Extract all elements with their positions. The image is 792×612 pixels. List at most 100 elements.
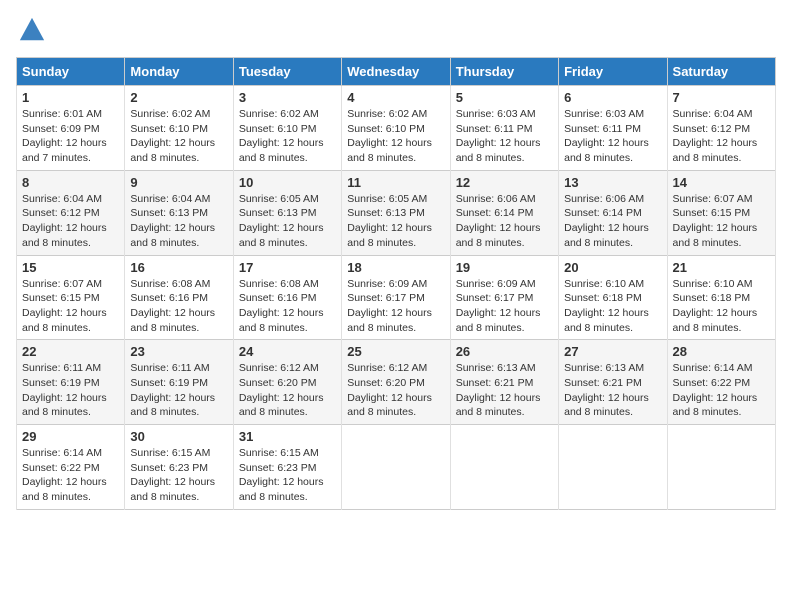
- calendar-table: SundayMondayTuesdayWednesdayThursdayFrid…: [16, 57, 776, 510]
- day-number: 12: [456, 175, 553, 190]
- calendar-week-row: 15 Sunrise: 6:07 AM Sunset: 6:15 PM Dayl…: [17, 255, 776, 340]
- day-info: Sunrise: 6:08 AM Sunset: 6:16 PM Dayligh…: [239, 277, 336, 336]
- calendar-cell: 22 Sunrise: 6:11 AM Sunset: 6:19 PM Dayl…: [17, 340, 125, 425]
- day-number: 30: [130, 429, 227, 444]
- day-number: 28: [673, 344, 770, 359]
- day-info: Sunrise: 6:14 AM Sunset: 6:22 PM Dayligh…: [22, 446, 119, 505]
- calendar-cell: 30 Sunrise: 6:15 AM Sunset: 6:23 PM Dayl…: [125, 425, 233, 510]
- calendar-cell: 13 Sunrise: 6:06 AM Sunset: 6:14 PM Dayl…: [559, 170, 667, 255]
- calendar-cell: 18 Sunrise: 6:09 AM Sunset: 6:17 PM Dayl…: [342, 255, 450, 340]
- day-info: Sunrise: 6:06 AM Sunset: 6:14 PM Dayligh…: [564, 192, 661, 251]
- day-number: 23: [130, 344, 227, 359]
- day-info: Sunrise: 6:14 AM Sunset: 6:22 PM Dayligh…: [673, 361, 770, 420]
- calendar-week-row: 1 Sunrise: 6:01 AM Sunset: 6:09 PM Dayli…: [17, 86, 776, 171]
- day-info: Sunrise: 6:10 AM Sunset: 6:18 PM Dayligh…: [673, 277, 770, 336]
- day-info: Sunrise: 6:02 AM Sunset: 6:10 PM Dayligh…: [239, 107, 336, 166]
- day-number: 20: [564, 260, 661, 275]
- day-number: 14: [673, 175, 770, 190]
- day-info: Sunrise: 6:11 AM Sunset: 6:19 PM Dayligh…: [22, 361, 119, 420]
- calendar-cell: 7 Sunrise: 6:04 AM Sunset: 6:12 PM Dayli…: [667, 86, 775, 171]
- calendar-cell: 17 Sunrise: 6:08 AM Sunset: 6:16 PM Dayl…: [233, 255, 341, 340]
- calendar-cell: 23 Sunrise: 6:11 AM Sunset: 6:19 PM Dayl…: [125, 340, 233, 425]
- day-number: 2: [130, 90, 227, 105]
- day-number: 11: [347, 175, 444, 190]
- day-number: 8: [22, 175, 119, 190]
- calendar-header-row: SundayMondayTuesdayWednesdayThursdayFrid…: [17, 58, 776, 86]
- calendar-cell: 12 Sunrise: 6:06 AM Sunset: 6:14 PM Dayl…: [450, 170, 558, 255]
- day-info: Sunrise: 6:02 AM Sunset: 6:10 PM Dayligh…: [347, 107, 444, 166]
- calendar-cell: 27 Sunrise: 6:13 AM Sunset: 6:21 PM Dayl…: [559, 340, 667, 425]
- calendar-cell: 9 Sunrise: 6:04 AM Sunset: 6:13 PM Dayli…: [125, 170, 233, 255]
- day-number: 21: [673, 260, 770, 275]
- day-number: 13: [564, 175, 661, 190]
- day-number: 29: [22, 429, 119, 444]
- day-info: Sunrise: 6:01 AM Sunset: 6:09 PM Dayligh…: [22, 107, 119, 166]
- day-number: 18: [347, 260, 444, 275]
- calendar-cell: 2 Sunrise: 6:02 AM Sunset: 6:10 PM Dayli…: [125, 86, 233, 171]
- col-header-tuesday: Tuesday: [233, 58, 341, 86]
- day-info: Sunrise: 6:03 AM Sunset: 6:11 PM Dayligh…: [456, 107, 553, 166]
- col-header-thursday: Thursday: [450, 58, 558, 86]
- calendar-cell: 29 Sunrise: 6:14 AM Sunset: 6:22 PM Dayl…: [17, 425, 125, 510]
- calendar-cell: 24 Sunrise: 6:12 AM Sunset: 6:20 PM Dayl…: [233, 340, 341, 425]
- day-info: Sunrise: 6:11 AM Sunset: 6:19 PM Dayligh…: [130, 361, 227, 420]
- calendar-cell: 16 Sunrise: 6:08 AM Sunset: 6:16 PM Dayl…: [125, 255, 233, 340]
- calendar-cell: [342, 425, 450, 510]
- calendar-cell: 6 Sunrise: 6:03 AM Sunset: 6:11 PM Dayli…: [559, 86, 667, 171]
- day-number: 26: [456, 344, 553, 359]
- day-number: 7: [673, 90, 770, 105]
- calendar-cell: [559, 425, 667, 510]
- calendar-cell: 15 Sunrise: 6:07 AM Sunset: 6:15 PM Dayl…: [17, 255, 125, 340]
- calendar-cell: 31 Sunrise: 6:15 AM Sunset: 6:23 PM Dayl…: [233, 425, 341, 510]
- day-number: 3: [239, 90, 336, 105]
- day-info: Sunrise: 6:10 AM Sunset: 6:18 PM Dayligh…: [564, 277, 661, 336]
- day-number: 10: [239, 175, 336, 190]
- day-number: 22: [22, 344, 119, 359]
- day-info: Sunrise: 6:05 AM Sunset: 6:13 PM Dayligh…: [347, 192, 444, 251]
- day-info: Sunrise: 6:03 AM Sunset: 6:11 PM Dayligh…: [564, 107, 661, 166]
- calendar-cell: 10 Sunrise: 6:05 AM Sunset: 6:13 PM Dayl…: [233, 170, 341, 255]
- col-header-friday: Friday: [559, 58, 667, 86]
- day-number: 19: [456, 260, 553, 275]
- day-number: 4: [347, 90, 444, 105]
- day-number: 27: [564, 344, 661, 359]
- calendar-cell: 8 Sunrise: 6:04 AM Sunset: 6:12 PM Dayli…: [17, 170, 125, 255]
- calendar-week-row: 22 Sunrise: 6:11 AM Sunset: 6:19 PM Dayl…: [17, 340, 776, 425]
- calendar-cell: 19 Sunrise: 6:09 AM Sunset: 6:17 PM Dayl…: [450, 255, 558, 340]
- calendar-week-row: 29 Sunrise: 6:14 AM Sunset: 6:22 PM Dayl…: [17, 425, 776, 510]
- day-info: Sunrise: 6:09 AM Sunset: 6:17 PM Dayligh…: [347, 277, 444, 336]
- day-info: Sunrise: 6:09 AM Sunset: 6:17 PM Dayligh…: [456, 277, 553, 336]
- calendar-cell: 14 Sunrise: 6:07 AM Sunset: 6:15 PM Dayl…: [667, 170, 775, 255]
- day-number: 1: [22, 90, 119, 105]
- logo: [16, 16, 50, 49]
- day-info: Sunrise: 6:02 AM Sunset: 6:10 PM Dayligh…: [130, 107, 227, 166]
- col-header-wednesday: Wednesday: [342, 58, 450, 86]
- calendar-cell: 3 Sunrise: 6:02 AM Sunset: 6:10 PM Dayli…: [233, 86, 341, 171]
- calendar-cell: [450, 425, 558, 510]
- day-number: 24: [239, 344, 336, 359]
- day-info: Sunrise: 6:12 AM Sunset: 6:20 PM Dayligh…: [239, 361, 336, 420]
- calendar-cell: 20 Sunrise: 6:10 AM Sunset: 6:18 PM Dayl…: [559, 255, 667, 340]
- calendar-week-row: 8 Sunrise: 6:04 AM Sunset: 6:12 PM Dayli…: [17, 170, 776, 255]
- col-header-sunday: Sunday: [17, 58, 125, 86]
- day-info: Sunrise: 6:04 AM Sunset: 6:12 PM Dayligh…: [22, 192, 119, 251]
- day-number: 25: [347, 344, 444, 359]
- calendar-cell: 25 Sunrise: 6:12 AM Sunset: 6:20 PM Dayl…: [342, 340, 450, 425]
- day-info: Sunrise: 6:07 AM Sunset: 6:15 PM Dayligh…: [673, 192, 770, 251]
- day-info: Sunrise: 6:04 AM Sunset: 6:12 PM Dayligh…: [673, 107, 770, 166]
- calendar-cell: 26 Sunrise: 6:13 AM Sunset: 6:21 PM Dayl…: [450, 340, 558, 425]
- day-number: 16: [130, 260, 227, 275]
- calendar-cell: 28 Sunrise: 6:14 AM Sunset: 6:22 PM Dayl…: [667, 340, 775, 425]
- col-header-monday: Monday: [125, 58, 233, 86]
- calendar-cell: [667, 425, 775, 510]
- day-number: 15: [22, 260, 119, 275]
- calendar-cell: 4 Sunrise: 6:02 AM Sunset: 6:10 PM Dayli…: [342, 86, 450, 171]
- day-info: Sunrise: 6:08 AM Sunset: 6:16 PM Dayligh…: [130, 277, 227, 336]
- day-info: Sunrise: 6:13 AM Sunset: 6:21 PM Dayligh…: [564, 361, 661, 420]
- day-number: 9: [130, 175, 227, 190]
- calendar-cell: 1 Sunrise: 6:01 AM Sunset: 6:09 PM Dayli…: [17, 86, 125, 171]
- day-number: 17: [239, 260, 336, 275]
- day-info: Sunrise: 6:05 AM Sunset: 6:13 PM Dayligh…: [239, 192, 336, 251]
- day-number: 31: [239, 429, 336, 444]
- calendar-cell: 21 Sunrise: 6:10 AM Sunset: 6:18 PM Dayl…: [667, 255, 775, 340]
